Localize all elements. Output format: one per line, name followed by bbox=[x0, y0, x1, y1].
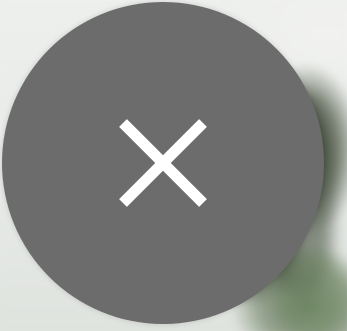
photo-viewer bbox=[0, 0, 347, 331]
close-icon bbox=[119, 119, 207, 207]
background-foliage bbox=[282, 250, 347, 331]
close-button[interactable] bbox=[2, 2, 324, 324]
